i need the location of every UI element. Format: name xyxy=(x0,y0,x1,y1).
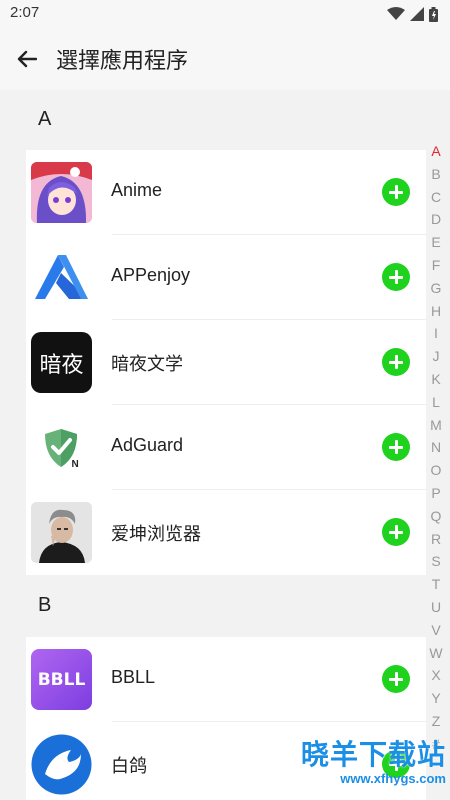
add-button[interactable] xyxy=(382,665,410,693)
index-letter-m[interactable]: M xyxy=(430,414,442,437)
add-button[interactable] xyxy=(382,263,410,291)
adguard-shield-icon: N xyxy=(31,417,92,478)
app-name: AdGuard xyxy=(111,435,184,455)
app-name: 爱坤浏览器 xyxy=(111,524,201,544)
index-letter-k[interactable]: K xyxy=(431,368,440,391)
status-time: 2:07 xyxy=(10,4,40,21)
index-letter-p[interactable]: P xyxy=(431,482,440,505)
index-letter-b[interactable]: B xyxy=(431,163,440,186)
index-letter-h[interactable]: H xyxy=(431,300,441,323)
dove-logo-icon xyxy=(31,734,92,795)
index-letter-l[interactable]: L xyxy=(432,391,440,414)
bbll-logo-text: BBLL xyxy=(37,669,86,690)
section-header-b: B xyxy=(38,594,52,616)
index-letter-c[interactable]: C xyxy=(431,186,441,209)
battery-icon xyxy=(429,6,438,22)
alphabet-index[interactable]: A B C D E F G H I J K L M N O P Q R S T … xyxy=(426,140,446,756)
bbll-logo-icon: BBLL xyxy=(31,649,92,710)
index-letter-o[interactable]: O xyxy=(431,459,442,482)
index-letter-n[interactable]: N xyxy=(431,436,441,459)
index-letter-x[interactable]: X xyxy=(431,664,440,687)
add-button[interactable] xyxy=(382,518,410,546)
arrow-left-icon xyxy=(17,50,37,68)
index-letter-e[interactable]: E xyxy=(431,231,440,254)
app-name: Anime xyxy=(111,180,163,200)
index-letter-z[interactable]: Z xyxy=(432,710,441,733)
watermark-url: www.xfhygs.com xyxy=(340,771,446,786)
watermark: 晓羊下载站 www.xfhygs.com xyxy=(301,733,446,786)
anye-logo-icon: 暗夜 xyxy=(31,332,92,393)
index-letter-w[interactable]: W xyxy=(429,642,442,665)
list-item[interactable]: APPenjoy xyxy=(26,235,426,320)
watermark-title: 晓羊下载站 xyxy=(300,738,446,771)
list-item[interactable]: N AdGuard xyxy=(26,405,426,490)
index-letter-y[interactable]: Y xyxy=(431,687,440,710)
page-title: 選擇應用程序 xyxy=(56,49,189,74)
index-letter-f[interactable]: F xyxy=(432,254,441,277)
index-letter-u[interactable]: U xyxy=(431,596,441,619)
section-card-a: Anime APPenjoy 暗夜 暗夜文学 N AdGuard 爱坤浏览器 xyxy=(26,150,426,575)
list-item[interactable]: BBLL BBLL xyxy=(26,637,426,722)
list-item[interactable]: 暗夜 暗夜文学 xyxy=(26,320,426,405)
list-item[interactable]: Anime xyxy=(26,150,426,235)
index-letter-a[interactable]: A xyxy=(431,140,440,163)
index-letter-t[interactable]: T xyxy=(432,573,441,596)
anye-logo-text: 暗夜 xyxy=(39,352,84,378)
index-letter-s[interactable]: S xyxy=(431,550,440,573)
wifi-icon xyxy=(387,7,405,20)
anime-avatar-icon xyxy=(31,162,92,223)
app-name: 白鸽 xyxy=(111,756,147,776)
index-letter-d[interactable]: D xyxy=(431,208,441,231)
aikun-avatar-icon xyxy=(31,502,92,563)
app-bar: 選擇應用程序 xyxy=(0,28,450,90)
index-letter-g[interactable]: G xyxy=(431,277,442,300)
add-button[interactable] xyxy=(382,178,410,206)
back-button[interactable] xyxy=(14,46,40,72)
app-list: A Anime APPenjoy 暗夜 暗夜文学 N AdGuard 爱坤浏览器… xyxy=(0,90,450,800)
signal-icon xyxy=(410,7,424,21)
app-name: 暗夜文学 xyxy=(111,354,183,374)
status-bar: 2:07 xyxy=(0,0,450,28)
section-header-a: A xyxy=(38,108,52,130)
add-button[interactable] xyxy=(382,348,410,376)
index-letter-i[interactable]: I xyxy=(434,322,438,345)
index-letter-r[interactable]: R xyxy=(431,528,441,551)
appenjoy-logo-icon xyxy=(31,247,92,308)
status-icons xyxy=(387,5,438,23)
svg-text:N: N xyxy=(72,459,79,470)
app-name: APPenjoy xyxy=(111,265,191,285)
add-button[interactable] xyxy=(382,433,410,461)
index-letter-v[interactable]: V xyxy=(431,619,440,642)
app-name: BBLL xyxy=(111,667,156,687)
list-item[interactable]: 爱坤浏览器 xyxy=(26,490,426,575)
index-letter-q[interactable]: Q xyxy=(431,505,442,528)
index-letter-j[interactable]: J xyxy=(433,345,440,368)
